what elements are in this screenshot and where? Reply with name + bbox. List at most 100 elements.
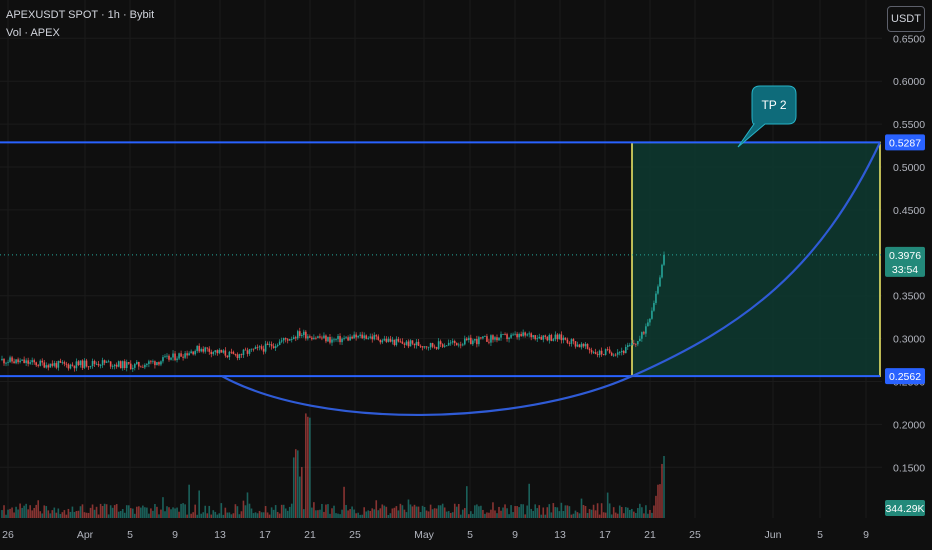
volume-bar [540, 514, 543, 518]
candle-body [325, 335, 327, 342]
candle-body [570, 339, 573, 344]
candle-body [445, 345, 448, 347]
volume-bar [9, 508, 11, 518]
volume-bar [353, 509, 355, 518]
volume-bar [103, 503, 106, 518]
volume-bar [659, 484, 661, 518]
volume-bar [83, 512, 86, 518]
volume-bar [387, 514, 390, 518]
candle-body [614, 354, 617, 356]
candle-body [514, 333, 516, 335]
volume-bar [174, 508, 176, 518]
volume-bar [433, 508, 436, 518]
candle-body [639, 338, 641, 342]
volume-bar [184, 504, 186, 518]
target-zone-box[interactable] [631, 141, 881, 377]
volume-bar [77, 510, 80, 518]
candle-body [576, 344, 579, 347]
candle-body [592, 352, 595, 353]
volume-bar [262, 512, 265, 518]
candle-body [73, 365, 76, 369]
volume-bar [335, 513, 337, 518]
volume-bar [598, 514, 601, 518]
time-tick-label: 9 [172, 529, 178, 541]
candle-body [504, 334, 506, 335]
candle-body [628, 344, 631, 346]
volume-bar [264, 506, 267, 518]
volume-bar [298, 476, 301, 518]
volume-bar [33, 507, 35, 518]
candle-body [624, 347, 627, 354]
currency-button[interactable]: USDT [887, 6, 925, 32]
volume-bar [441, 503, 444, 518]
candle-body [174, 353, 176, 361]
volume-bar [576, 512, 579, 518]
candle-body [190, 351, 192, 354]
candle-body [343, 338, 345, 340]
candle-body [83, 360, 86, 368]
volume-bar [228, 512, 231, 518]
volume-bar [63, 510, 66, 518]
volume-bar [3, 505, 5, 518]
candle-body [166, 355, 168, 357]
volume-bar [397, 510, 400, 518]
volume-bar [81, 504, 84, 518]
volume-bar [341, 509, 343, 518]
candle-body [226, 355, 229, 358]
volume-bar [288, 506, 291, 518]
time-tick-label: 21 [304, 529, 316, 541]
symbol-legend[interactable]: APEXUSDT SPOT · 1h · Bybit [6, 9, 154, 21]
volume-bar [512, 512, 514, 518]
candle-body [61, 362, 64, 363]
candle-body [532, 335, 535, 338]
candle-body [131, 367, 134, 370]
candle-body [170, 357, 172, 360]
candle-body [395, 338, 398, 346]
volume-bar [439, 505, 442, 518]
volume-bar [125, 505, 128, 518]
volume-bar [373, 509, 376, 518]
volume-bar [236, 506, 239, 518]
volume-bar [129, 508, 132, 518]
volume-bar [411, 506, 414, 518]
candle-body [616, 352, 619, 355]
candle-body [409, 340, 412, 347]
candle-body [480, 337, 482, 339]
candle-body [612, 354, 615, 356]
volume-bar [45, 506, 48, 518]
price-tick-label: 0.4500 [893, 205, 925, 217]
volume-bar [123, 512, 126, 518]
volume-bar [140, 507, 142, 518]
volume-bar [643, 513, 645, 518]
candle-body [244, 349, 247, 351]
price-chart[interactable]: TP 2 0.6500 0.6000 0.5500 0.5000 0.4500 0.350… [0, 0, 932, 550]
volume-bar [172, 507, 174, 518]
candle-body [41, 360, 44, 363]
candle-body [3, 358, 5, 364]
volume-bar [61, 512, 64, 518]
candle-body [610, 352, 613, 356]
volume-bar [375, 500, 378, 518]
volume-bar [546, 507, 549, 518]
volume-bar [377, 510, 380, 518]
candle-body [210, 351, 213, 355]
candle-body [250, 348, 253, 350]
price-tick-label: 0.5000 [893, 162, 925, 174]
candle-body [590, 350, 593, 353]
volume-bar [494, 510, 496, 518]
volume-bar [393, 507, 396, 518]
candle-body [357, 335, 359, 338]
volume-legend[interactable]: Vol · APEX [6, 27, 60, 39]
candle-body [588, 348, 591, 351]
candle-body [459, 344, 462, 346]
volume-bar [339, 514, 341, 518]
candle-body [389, 338, 392, 342]
candle-body [472, 340, 474, 345]
candle-body [71, 364, 74, 366]
candle-body [138, 361, 140, 367]
candle-body [548, 334, 551, 341]
time-axis[interactable]: 26 Apr 5 9 13 17 21 25 May 5 9 13 17 21 25 Jun 5 9 [0, 518, 932, 550]
candle-body [375, 335, 378, 337]
time-tick-label: May [414, 529, 435, 541]
candle-body [385, 338, 388, 342]
